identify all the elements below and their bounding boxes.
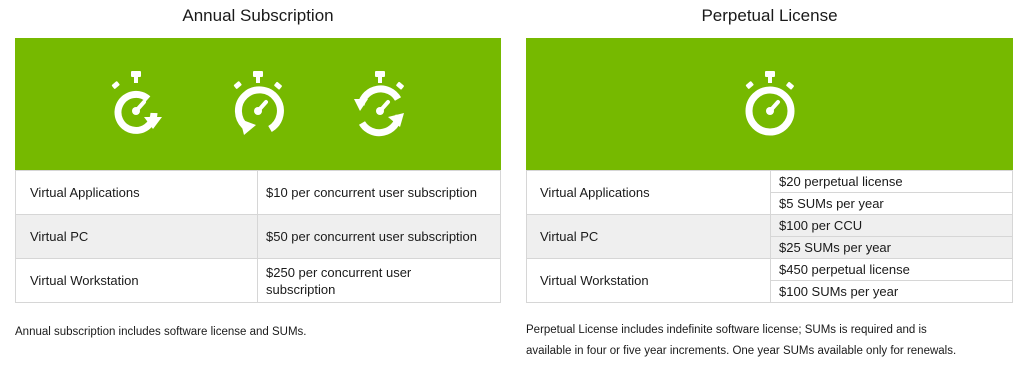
perpetual-license-title: Perpetual License — [701, 6, 838, 25]
perpetual-license-note-line: Perpetual License includes indefinite so… — [526, 324, 927, 336]
product-price: $250 per concurrent user subscription — [257, 258, 501, 303]
perpetual-license-banner — [526, 38, 1013, 170]
product-name: Virtual PC — [526, 214, 771, 259]
product-name: Virtual Workstation — [15, 258, 258, 303]
annual-pricing-table: Virtual Applications $10 per concurrent … — [15, 170, 501, 303]
product-name: Virtual PC — [15, 214, 258, 259]
stopwatch-icon — [745, 71, 794, 136]
table-row: Virtual Applications $20 perpetual licen… — [526, 170, 1013, 215]
annual-subscription-panel: Annual Subscription Virtual Applications… — [15, 0, 501, 369]
perpetual-license-note-line: available in four or five year increment… — [526, 345, 957, 357]
product-name: Virtual Applications — [526, 170, 771, 215]
sums-price: $5 SUMs per year — [770, 192, 1013, 215]
stopwatch-arrow-right-icon — [111, 71, 162, 134]
product-name: Virtual Workstation — [526, 258, 771, 303]
sums-price: $25 SUMs per year — [770, 236, 1013, 259]
perpetual-license-note: Perpetual License includes indefinite so… — [526, 320, 1006, 362]
license-price: $20 perpetual license — [770, 170, 1013, 193]
product-price: $50 per concurrent user subscription — [257, 214, 501, 259]
license-price: $100 per CCU — [770, 214, 1013, 237]
annual-subscription-title: Annual Subscription — [182, 6, 334, 25]
annual-subscription-note: Annual subscription includes software li… — [15, 326, 307, 338]
table-row: Virtual Workstation $250 per concurrent … — [15, 258, 501, 303]
perpetual-pricing-table: Virtual Applications $20 perpetual licen… — [526, 170, 1013, 303]
table-row: Virtual Applications $10 per concurrent … — [15, 170, 501, 215]
stopwatch-arrow-left-icon — [233, 71, 284, 135]
product-price: $10 per concurrent user subscription — [257, 170, 501, 215]
license-price: $450 perpetual license — [770, 258, 1013, 281]
annual-subscription-banner — [15, 38, 501, 170]
sums-price: $100 SUMs per year — [770, 280, 1013, 303]
perpetual-license-panel: Perpetual License Virtual Applications $… — [526, 0, 1013, 369]
table-row: Virtual PC $50 per concurrent user subsc… — [15, 214, 501, 259]
table-row: Virtual Workstation $450 perpetual licen… — [526, 258, 1013, 303]
stopwatch-refresh-icon — [354, 71, 404, 137]
product-name: Virtual Applications — [15, 170, 258, 215]
table-row: Virtual PC $100 per CCU — [526, 214, 1013, 259]
